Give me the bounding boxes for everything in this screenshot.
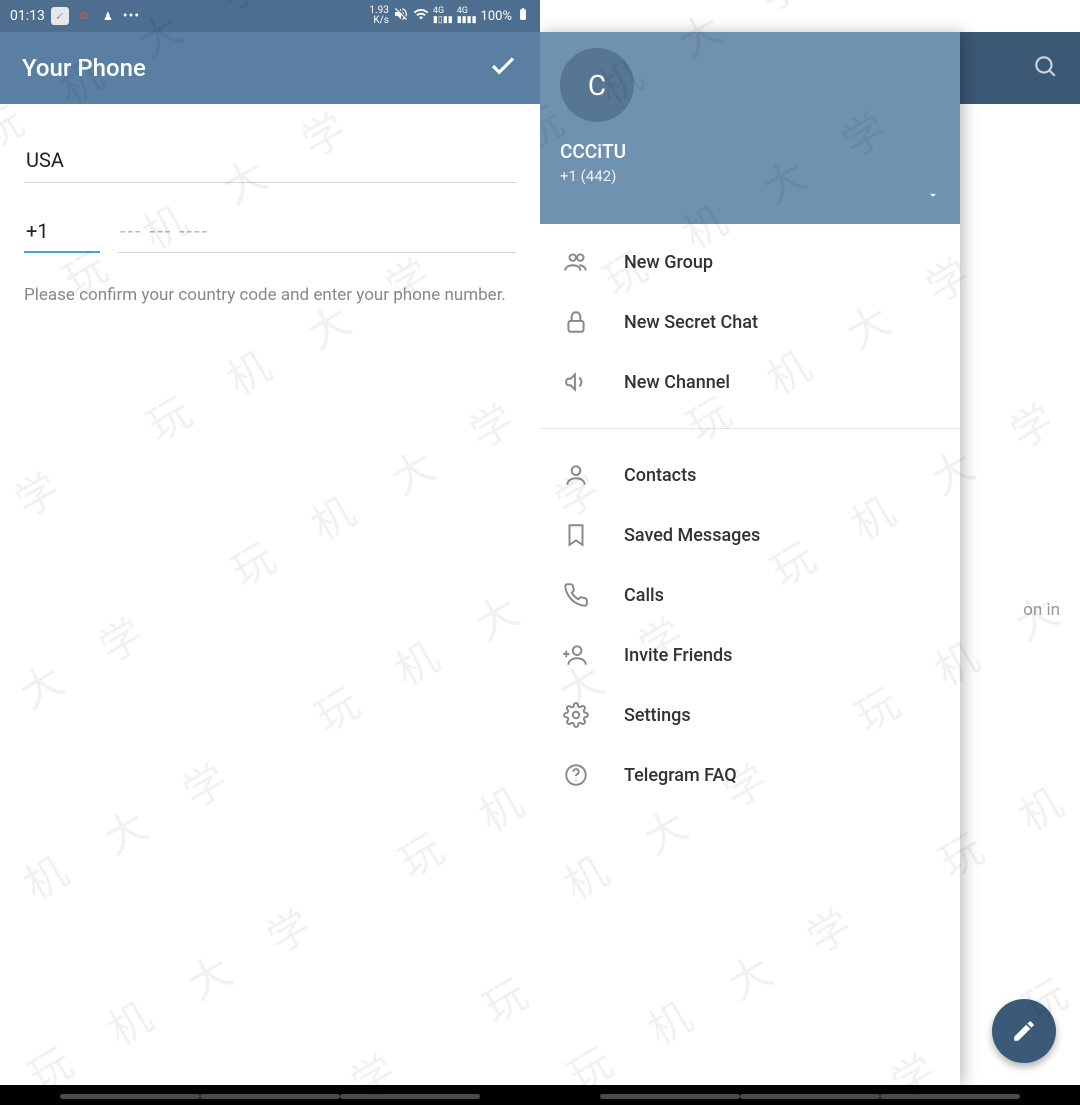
navigation-drawer: C CCCiTU +1 (442) New Group New Secret Ch… xyxy=(540,32,960,1085)
megaphone-icon xyxy=(562,369,590,395)
group-icon xyxy=(562,249,590,275)
search-icon[interactable] xyxy=(1032,53,1058,83)
avatar[interactable]: C xyxy=(560,48,634,122)
background-text-fragment: on in xyxy=(1023,600,1060,620)
drawer-item-telegram-faq[interactable]: Telegram FAQ xyxy=(540,745,960,805)
drawer-item-label: Settings xyxy=(624,705,691,726)
status-game-icon: ♟ xyxy=(99,7,117,25)
invite-icon xyxy=(562,642,590,668)
battery-icon xyxy=(516,7,530,25)
nav-bar xyxy=(540,1085,1080,1105)
drawer-item-label: Calls xyxy=(624,585,664,606)
drawer-item-label: Contacts xyxy=(624,465,696,486)
gear-icon xyxy=(562,702,590,728)
divider xyxy=(540,428,960,429)
person-icon xyxy=(562,462,590,488)
phone-number-input[interactable]: --- --- ---- xyxy=(118,211,516,253)
bookmark-icon xyxy=(562,522,590,548)
lock-icon xyxy=(562,309,590,335)
drawer-item-label: Saved Messages xyxy=(624,525,760,546)
drawer-menu-secondary: Contacts Saved Messages Calls Invite Friend… xyxy=(540,437,960,813)
drawer-item-new-channel[interactable]: New Channel xyxy=(540,352,960,412)
status-time: 01:13 xyxy=(10,8,45,24)
drawer-item-saved-messages[interactable]: Saved Messages xyxy=(540,505,960,565)
profile-phone: +1 (442) xyxy=(560,167,940,185)
drawer-item-label: Invite Friends xyxy=(624,645,732,666)
header-bar: Your Phone xyxy=(0,32,540,104)
drawer-item-invite-friends[interactable]: Invite Friends xyxy=(540,625,960,685)
signal-4g-icon: 4G▮▯▮▮ xyxy=(433,7,453,25)
status-net-speed: 1.93K/s xyxy=(369,6,389,26)
hint-text: Please confirm your country code and ent… xyxy=(24,283,516,308)
screen-your-phone: 01:13 ✓ ⧉ ♟ ••• 1.93K/s 4G▮▯▮▮ 4G▮▮▮▮ 10… xyxy=(0,0,540,1105)
chevron-down-icon[interactable] xyxy=(926,187,940,206)
page-title: Your Phone xyxy=(22,54,146,82)
profile-name: CCCiTU xyxy=(560,140,940,163)
confirm-button[interactable] xyxy=(488,51,518,85)
status-battery-pct: 100% xyxy=(481,9,512,24)
drawer-item-new-secret-chat[interactable]: New Secret Chat xyxy=(540,292,960,352)
drawer-menu-primary: New Group New Secret Chat New Channel xyxy=(540,224,960,420)
signal-4g-icon-2: 4G▮▮▮▮ xyxy=(457,7,477,25)
nav-bar xyxy=(0,1085,540,1105)
status-more-icon: ••• xyxy=(123,8,140,24)
country-select[interactable]: USA xyxy=(24,134,516,183)
drawer-item-label: New Channel xyxy=(624,372,730,393)
drawer-item-settings[interactable]: Settings xyxy=(540,685,960,745)
screen-drawer: 01:15 ▣ M ◉ ••• 0K/s 4G▮▯▮▮ 4G▮▮▮▮ 100% xyxy=(540,0,1080,1105)
drawer-item-new-group[interactable]: New Group xyxy=(540,232,960,292)
mute-icon xyxy=(393,6,409,26)
country-code-input[interactable]: +1 xyxy=(24,211,100,253)
status-app-icon: ✓ xyxy=(51,7,69,25)
drawer-item-label: New Group xyxy=(624,252,713,273)
wifi-icon xyxy=(413,6,429,26)
drawer-item-label: Telegram FAQ xyxy=(624,765,737,786)
status-notif-icon: ⧉ xyxy=(75,7,93,25)
drawer-item-label: New Secret Chat xyxy=(624,312,758,333)
compose-fab[interactable] xyxy=(992,999,1056,1063)
help-icon xyxy=(562,762,590,788)
drawer-header[interactable]: C CCCiTU +1 (442) xyxy=(540,32,960,224)
drawer-item-calls[interactable]: Calls xyxy=(540,565,960,625)
drawer-item-contacts[interactable]: Contacts xyxy=(540,445,960,505)
phone-icon xyxy=(562,582,590,608)
status-bar: 01:13 ✓ ⧉ ♟ ••• 1.93K/s 4G▮▯▮▮ 4G▮▮▮▮ 10… xyxy=(0,0,540,32)
